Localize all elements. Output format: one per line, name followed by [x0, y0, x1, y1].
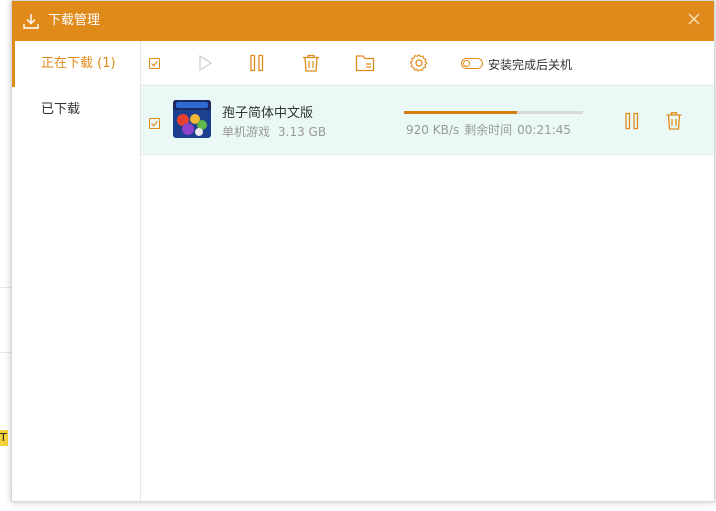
title-bar: 下载管理 — [12, 1, 714, 41]
progress-fill — [404, 111, 517, 114]
progress-bar — [404, 111, 583, 114]
background-divider — [0, 287, 11, 288]
download-manager-dialog: 下载管理 正在下载 (1) 已下载 安装完成后关机 孢子简体中文版 单机游戏 3… — [11, 0, 715, 502]
download-list-panel: 安装完成后关机 孢子简体中文版 单机游戏 3.13 GB 920 KB/s 剩余… — [141, 41, 714, 501]
row-pause-icon[interactable] — [624, 112, 640, 130]
download-meta: 单机游戏 3.13 GB — [222, 123, 334, 140]
row-checkbox[interactable] — [149, 118, 160, 129]
folder-icon[interactable] — [355, 54, 375, 72]
play-icon[interactable] — [195, 54, 215, 72]
background-tag: T — [0, 430, 8, 446]
toggle-knob — [463, 60, 470, 67]
pause-icon[interactable] — [247, 54, 267, 72]
download-size: 3.13 GB — [278, 125, 327, 139]
game-thumbnail — [173, 100, 211, 138]
remaining-time: 00:21:45 — [517, 123, 572, 137]
toggle-switch[interactable] — [461, 58, 483, 69]
gear-icon[interactable] — [409, 54, 429, 72]
sidebar-item-downloaded[interactable]: 已下载 — [12, 87, 140, 133]
window-title: 下载管理 — [48, 13, 101, 28]
select-all-checkbox[interactable] — [149, 58, 160, 69]
toggle-label: 安装完成后关机 — [488, 58, 573, 72]
trash-icon[interactable] — [301, 54, 321, 72]
sidebar: 正在下载 (1) 已下载 — [12, 41, 141, 501]
row-trash-icon[interactable] — [665, 111, 683, 130]
remaining-label: 剩余时间 — [464, 123, 513, 137]
sidebar-item-label: 已下载 — [41, 102, 81, 117]
background-divider — [0, 352, 11, 353]
check-icon — [151, 60, 158, 67]
download-status: 920 KB/s 剩余时间 00:21:45 — [406, 121, 576, 138]
download-category: 单机游戏 — [222, 125, 271, 139]
download-icon — [23, 14, 39, 29]
download-row[interactable]: 孢子简体中文版 单机游戏 3.13 GB 920 KB/s 剩余时间 00:21:45 — [141, 86, 714, 155]
sidebar-item-label: 正在下载 (1) — [41, 56, 116, 71]
game-cover-image — [173, 100, 211, 138]
sidebar-item-downloading[interactable]: 正在下载 (1) — [12, 41, 140, 87]
download-speed: 920 KB/s — [406, 123, 460, 137]
download-name: 孢子简体中文版 — [222, 106, 314, 121]
toolbar: 安装完成后关机 — [141, 41, 714, 86]
check-icon — [151, 120, 158, 127]
close-icon[interactable] — [686, 11, 702, 27]
